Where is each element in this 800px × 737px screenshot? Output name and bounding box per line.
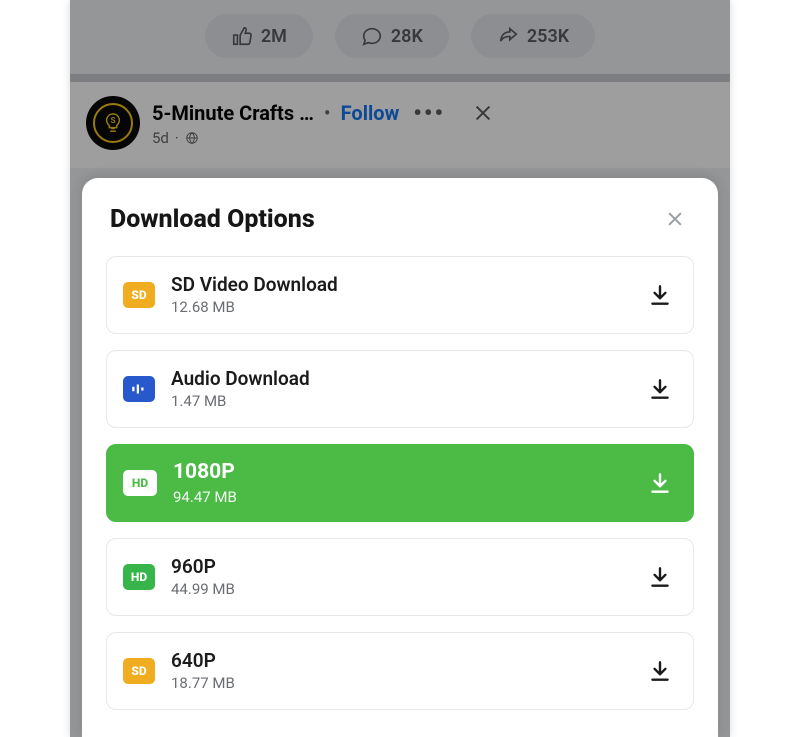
download-option[interactable]: HD 1080P 94.47 MB (106, 444, 694, 522)
download-option[interactable]: SD 640P18.77 MB (106, 632, 694, 710)
hd-badge: HD (123, 564, 155, 590)
close-sheet-button[interactable] (660, 204, 690, 234)
close-icon (665, 209, 685, 229)
download-option[interactable]: HD 960P44.99 MB (106, 538, 694, 616)
option-title: 640P (171, 650, 647, 673)
option-size: 1.47 MB (171, 392, 647, 410)
option-title: 960P (171, 556, 647, 579)
option-size: 94.47 MB (173, 488, 647, 506)
download-options-sheet: Download Options SD SD Video Download12.6… (82, 178, 718, 737)
option-size: 44.99 MB (171, 580, 647, 598)
sheet-title: Download Options (110, 205, 315, 234)
download-option[interactable]: SD SD Video Download12.68 MB (106, 256, 694, 334)
download-icon (647, 658, 673, 684)
option-title: Audio Download (171, 368, 647, 391)
option-size: 12.68 MB (171, 298, 647, 316)
download-icon (647, 564, 673, 590)
audio-badge (123, 376, 155, 402)
option-title: SD Video Download (171, 274, 647, 297)
sd-badge: SD (123, 658, 155, 684)
hd-badge: HD (123, 470, 157, 496)
download-icon (647, 282, 673, 308)
option-title: 1080P (173, 460, 647, 485)
sd-badge: SD (123, 282, 155, 308)
download-icon (647, 376, 673, 402)
download-icon (647, 470, 673, 496)
download-option[interactable]: Audio Download1.47 MB (106, 350, 694, 428)
option-size: 18.77 MB (171, 674, 647, 692)
